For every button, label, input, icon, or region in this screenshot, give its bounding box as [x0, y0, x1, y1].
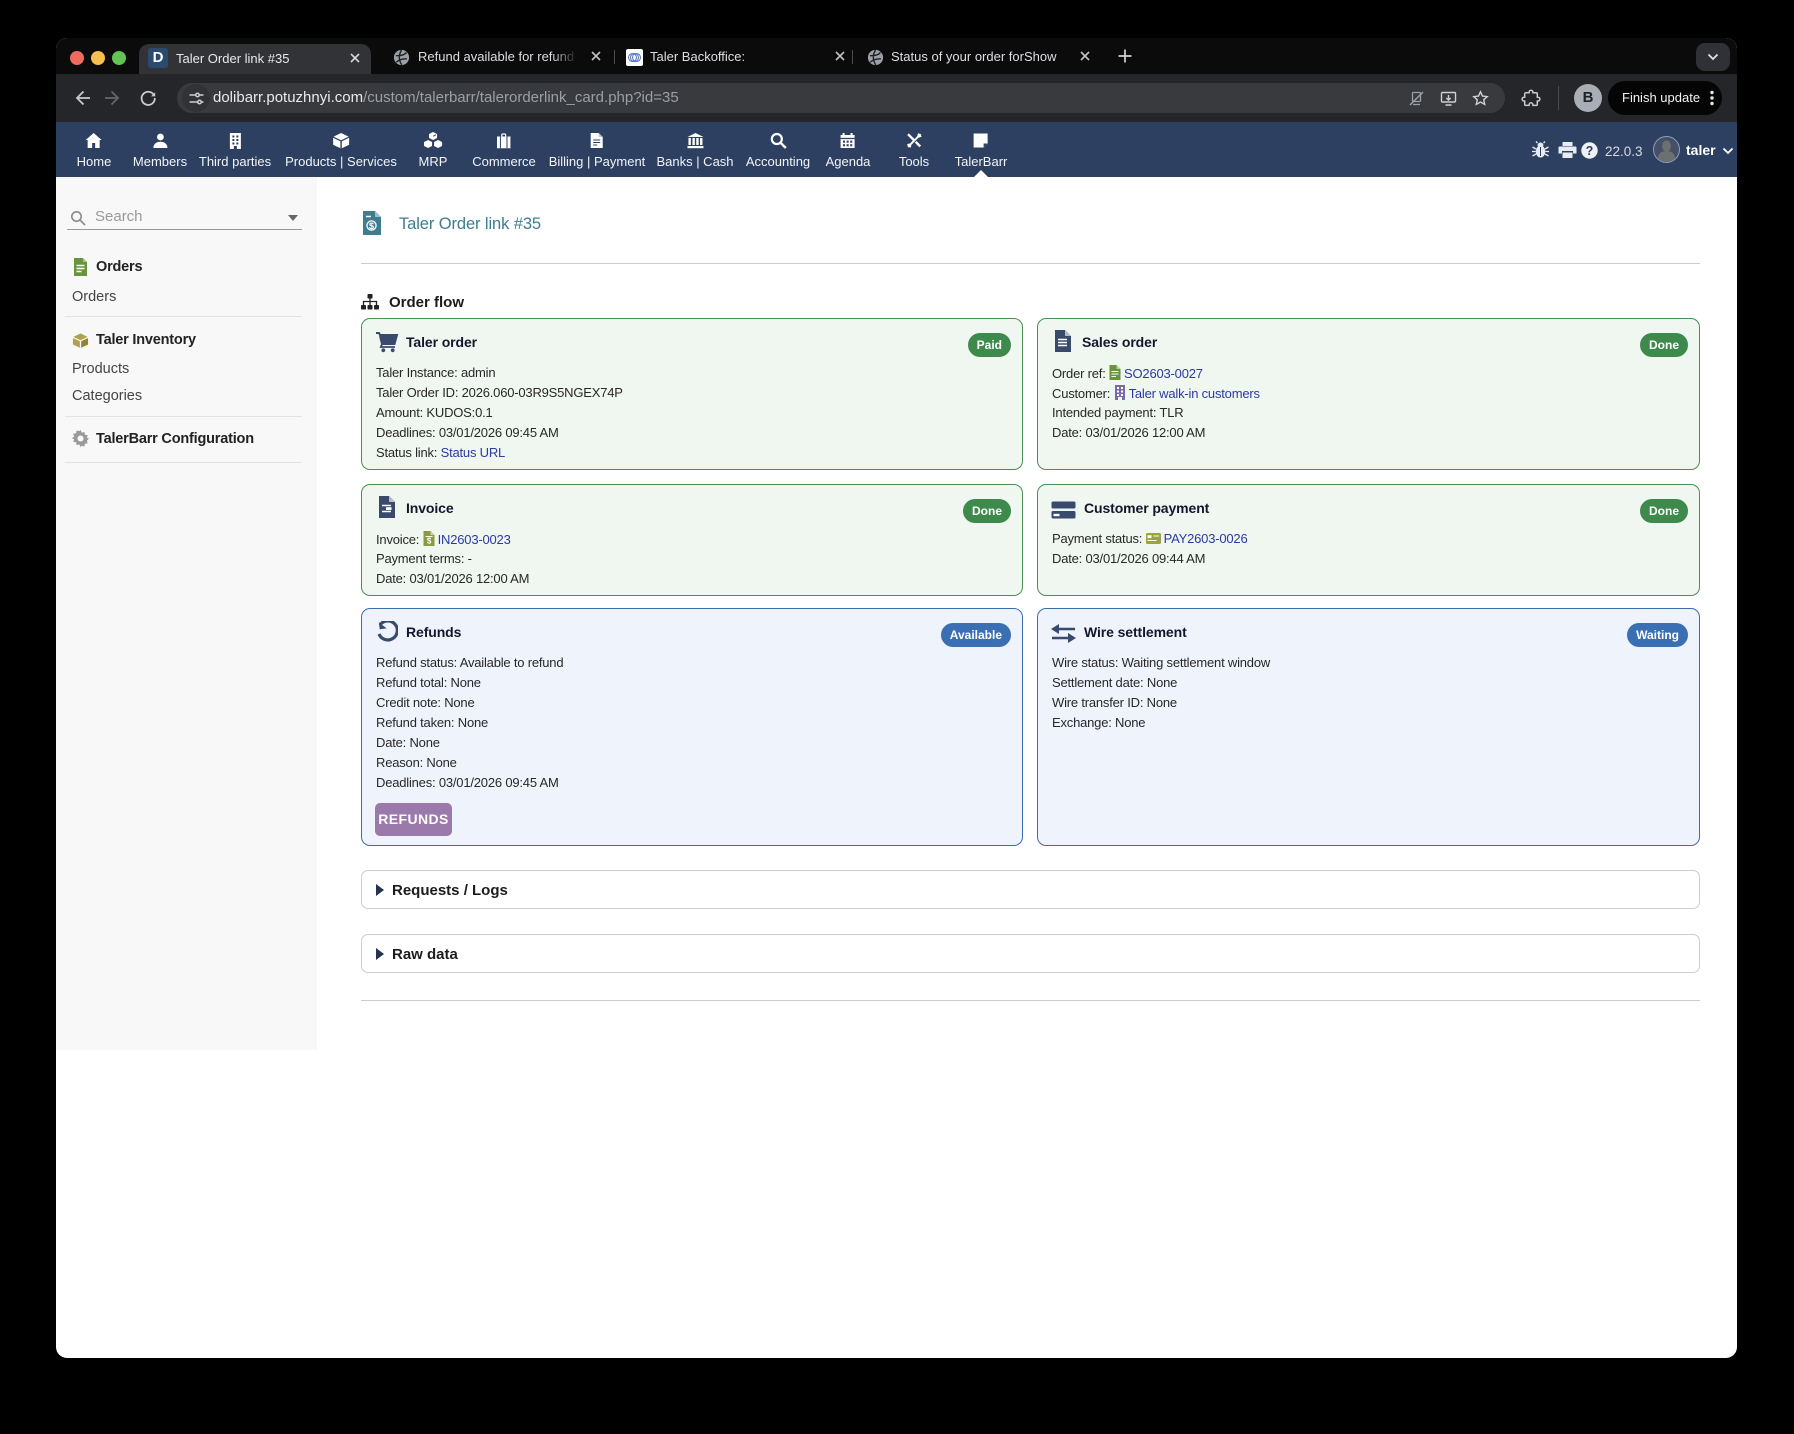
svg-text:$: $	[369, 221, 374, 231]
svg-text:?: ?	[1586, 144, 1594, 158]
